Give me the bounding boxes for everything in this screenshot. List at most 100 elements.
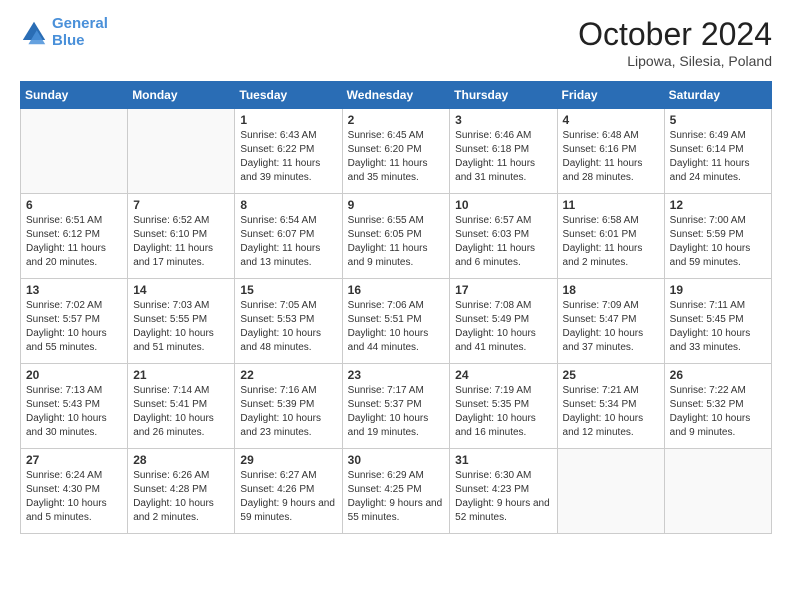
day-cell: 20 Sunrise: 7:13 AM Sunset: 5:43 PM Dayli…: [21, 364, 128, 449]
day-info: Sunrise: 6:26 AM Sunset: 4:28 PM Dayligh…: [133, 469, 229, 525]
day-cell: 11Sunrise: 6:58 AM Sunset: 6:01 PM Dayli…: [557, 194, 664, 279]
day-info: Sunrise: 6:29 AM Sunset: 4:25 PM Dayligh…: [348, 469, 445, 525]
day-number: 16: [348, 283, 445, 297]
logo-text: General Blue: [52, 16, 108, 49]
day-cell: 3 Sunrise: 6:46 AM Sunset: 6:18 PM Daylig…: [450, 109, 557, 194]
day-info: Sunrise: 7:14 AM Sunset: 5:41 PM Dayligh…: [133, 384, 229, 440]
day-info: Sunrise: 6:58 AM Sunset: 6:01 PM Dayligh…: [563, 214, 659, 270]
day-info: Sunrise: 7:17 AM Sunset: 5:37 PM Dayligh…: [348, 384, 445, 440]
week-row-4: 20 Sunrise: 7:13 AM Sunset: 5:43 PM Dayli…: [21, 364, 772, 449]
logo-icon: [20, 19, 48, 47]
day-number: 26: [670, 368, 766, 382]
title-area: October 2024 Lipowa, Silesia, Poland: [578, 16, 772, 69]
day-cell: 4 Sunrise: 6:48 AM Sunset: 6:16 PM Daylig…: [557, 109, 664, 194]
day-cell: 29 Sunrise: 6:27 AM Sunset: 4:26 PM Dayli…: [235, 449, 342, 534]
day-number: 9: [348, 198, 445, 212]
day-info: Sunrise: 6:57 AM Sunset: 6:03 PM Dayligh…: [455, 214, 551, 270]
col-saturday: Saturday: [664, 82, 771, 109]
day-cell: 21Sunrise: 7:14 AM Sunset: 5:41 PM Dayli…: [128, 364, 235, 449]
day-cell: 17 Sunrise: 7:08 AM Sunset: 5:49 PM Dayli…: [450, 279, 557, 364]
day-number: 5: [670, 113, 766, 127]
day-info: Sunrise: 7:13 AM Sunset: 5:43 PM Dayligh…: [26, 384, 122, 440]
day-cell: 6 Sunrise: 6:51 AM Sunset: 6:12 PM Daylig…: [21, 194, 128, 279]
day-number: 25: [563, 368, 659, 382]
location: Lipowa, Silesia, Poland: [578, 53, 772, 69]
day-cell: 16 Sunrise: 7:06 AM Sunset: 5:51 PM Dayli…: [342, 279, 450, 364]
month-title: October 2024: [578, 16, 772, 53]
day-info: Sunrise: 7:11 AM Sunset: 5:45 PM Dayligh…: [670, 299, 766, 355]
day-number: 24: [455, 368, 551, 382]
day-number: 29: [240, 453, 336, 467]
day-info: Sunrise: 7:05 AM Sunset: 5:53 PM Dayligh…: [240, 299, 336, 355]
day-number: 10: [455, 198, 551, 212]
col-tuesday: Tuesday: [235, 82, 342, 109]
day-cell: 2Sunrise: 6:45 AM Sunset: 6:20 PM Daylig…: [342, 109, 450, 194]
day-cell: [21, 109, 128, 194]
day-number: 17: [455, 283, 551, 297]
day-number: 15: [240, 283, 336, 297]
day-cell: 27Sunrise: 6:24 AM Sunset: 4:30 PM Dayli…: [21, 449, 128, 534]
day-number: 1: [240, 113, 336, 127]
day-cell: 5 Sunrise: 6:49 AM Sunset: 6:14 PM Daylig…: [664, 109, 771, 194]
day-cell: 12 Sunrise: 7:00 AM Sunset: 5:59 PM Dayli…: [664, 194, 771, 279]
day-info: Sunrise: 6:43 AM Sunset: 6:22 PM Dayligh…: [240, 129, 336, 185]
day-info: Sunrise: 7:00 AM Sunset: 5:59 PM Dayligh…: [670, 214, 766, 270]
day-number: 12: [670, 198, 766, 212]
day-cell: 31 Sunrise: 6:30 AM Sunset: 4:23 PM Dayli…: [450, 449, 557, 534]
day-cell: 23 Sunrise: 7:17 AM Sunset: 5:37 PM Dayli…: [342, 364, 450, 449]
day-cell: 24 Sunrise: 7:19 AM Sunset: 5:35 PM Dayli…: [450, 364, 557, 449]
day-cell: 10 Sunrise: 6:57 AM Sunset: 6:03 PM Dayli…: [450, 194, 557, 279]
day-info: Sunrise: 6:30 AM Sunset: 4:23 PM Dayligh…: [455, 469, 551, 525]
day-number: 13: [26, 283, 122, 297]
day-number: 14: [133, 283, 229, 297]
col-thursday: Thursday: [450, 82, 557, 109]
day-cell: [128, 109, 235, 194]
day-info: Sunrise: 7:19 AM Sunset: 5:35 PM Dayligh…: [455, 384, 551, 440]
logo: General Blue: [20, 16, 108, 49]
day-info: Sunrise: 7:16 AM Sunset: 5:39 PM Dayligh…: [240, 384, 336, 440]
day-info: Sunrise: 7:22 AM Sunset: 5:32 PM Dayligh…: [670, 384, 766, 440]
week-row-2: 6 Sunrise: 6:51 AM Sunset: 6:12 PM Daylig…: [21, 194, 772, 279]
day-info: Sunrise: 7:03 AM Sunset: 5:55 PM Dayligh…: [133, 299, 229, 355]
day-number: 6: [26, 198, 122, 212]
col-wednesday: Wednesday: [342, 82, 450, 109]
col-monday: Monday: [128, 82, 235, 109]
day-cell: 25Sunrise: 7:21 AM Sunset: 5:34 PM Dayli…: [557, 364, 664, 449]
day-cell: 19 Sunrise: 7:11 AM Sunset: 5:45 PM Dayli…: [664, 279, 771, 364]
day-cell: 28Sunrise: 6:26 AM Sunset: 4:28 PM Dayli…: [128, 449, 235, 534]
day-number: 4: [563, 113, 659, 127]
day-cell: 7Sunrise: 6:52 AM Sunset: 6:10 PM Daylig…: [128, 194, 235, 279]
day-cell: 14 Sunrise: 7:03 AM Sunset: 5:55 PM Dayli…: [128, 279, 235, 364]
day-info: Sunrise: 7:08 AM Sunset: 5:49 PM Dayligh…: [455, 299, 551, 355]
day-cell: 22 Sunrise: 7:16 AM Sunset: 5:39 PM Dayli…: [235, 364, 342, 449]
day-cell: [664, 449, 771, 534]
day-info: Sunrise: 6:27 AM Sunset: 4:26 PM Dayligh…: [240, 469, 336, 525]
day-number: 30: [348, 453, 445, 467]
day-cell: 15 Sunrise: 7:05 AM Sunset: 5:53 PM Dayli…: [235, 279, 342, 364]
day-info: Sunrise: 6:46 AM Sunset: 6:18 PM Dayligh…: [455, 129, 551, 185]
day-number: 3: [455, 113, 551, 127]
day-cell: 26 Sunrise: 7:22 AM Sunset: 5:32 PM Dayli…: [664, 364, 771, 449]
day-number: 19: [670, 283, 766, 297]
calendar-table: Sunday Monday Tuesday Wednesday Thursday…: [20, 81, 772, 534]
day-info: Sunrise: 6:55 AM Sunset: 6:05 PM Dayligh…: [348, 214, 445, 270]
page: General Blue October 2024 Lipowa, Silesi…: [0, 0, 792, 554]
day-info: Sunrise: 6:48 AM Sunset: 6:16 PM Dayligh…: [563, 129, 659, 185]
day-number: 2: [348, 113, 445, 127]
day-cell: 18Sunrise: 7:09 AM Sunset: 5:47 PM Dayli…: [557, 279, 664, 364]
day-info: Sunrise: 6:24 AM Sunset: 4:30 PM Dayligh…: [26, 469, 122, 525]
day-info: Sunrise: 7:02 AM Sunset: 5:57 PM Dayligh…: [26, 299, 122, 355]
day-info: Sunrise: 6:51 AM Sunset: 6:12 PM Dayligh…: [26, 214, 122, 270]
col-sunday: Sunday: [21, 82, 128, 109]
week-row-1: 1 Sunrise: 6:43 AM Sunset: 6:22 PM Daylig…: [21, 109, 772, 194]
day-cell: [557, 449, 664, 534]
day-number: 31: [455, 453, 551, 467]
day-number: 20: [26, 368, 122, 382]
day-info: Sunrise: 6:49 AM Sunset: 6:14 PM Dayligh…: [670, 129, 766, 185]
day-info: Sunrise: 7:06 AM Sunset: 5:51 PM Dayligh…: [348, 299, 445, 355]
week-row-5: 27Sunrise: 6:24 AM Sunset: 4:30 PM Dayli…: [21, 449, 772, 534]
day-number: 23: [348, 368, 445, 382]
day-cell: 1 Sunrise: 6:43 AM Sunset: 6:22 PM Daylig…: [235, 109, 342, 194]
day-number: 22: [240, 368, 336, 382]
day-cell: 13 Sunrise: 7:02 AM Sunset: 5:57 PM Dayli…: [21, 279, 128, 364]
